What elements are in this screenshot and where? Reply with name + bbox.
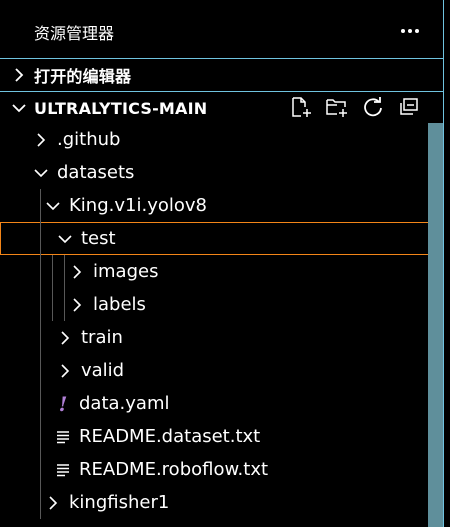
tree-item-label: README.dataset.txt — [79, 426, 261, 447]
chevron-right-icon — [69, 262, 85, 282]
tree-item-label: test — [81, 228, 116, 249]
panel-border — [443, 0, 444, 527]
tree-item-king[interactable]: King.v1i.yolov8 — [0, 189, 428, 222]
indent-guide — [40, 354, 41, 387]
tree-item-label: labels — [93, 294, 146, 315]
open-editors-label: 打开的编辑器 — [34, 67, 132, 86]
tree-item-readme-dataset[interactable]: README.dataset.txt — [0, 420, 428, 453]
explorer-title-bar: 资源管理器 — [0, 0, 443, 58]
indent-guide — [40, 453, 41, 486]
tree-item-github[interactable]: .github — [0, 123, 428, 156]
new-folder-icon[interactable] — [324, 94, 350, 120]
tree-item-label: train — [81, 327, 123, 348]
indent-guide — [40, 255, 41, 288]
chevron-right-icon — [33, 130, 49, 150]
tree-item-datasets[interactable]: datasets — [0, 156, 428, 189]
tree-item-readme-roboflow[interactable]: README.roboflow.txt — [0, 453, 428, 486]
tree-item-train[interactable]: train — [0, 321, 428, 354]
tree-item-label: README.roboflow.txt — [79, 459, 269, 480]
yaml-file-icon: ! — [58, 391, 68, 416]
indent-guide — [40, 321, 41, 354]
chevron-right-icon — [57, 328, 73, 348]
tree-item-label: data.yaml — [79, 393, 170, 414]
collapse-all-icon[interactable] — [396, 94, 422, 120]
tree-item-label: images — [93, 261, 159, 282]
new-file-icon[interactable] — [288, 94, 314, 120]
chevron-right-icon — [45, 493, 61, 513]
vertical-scrollbar[interactable] — [428, 123, 443, 527]
chevron-right-icon — [12, 67, 26, 83]
indent-guide — [40, 387, 41, 420]
indent-guide — [40, 420, 41, 453]
chevron-right-icon — [57, 361, 73, 381]
tree-item-kingfisher1[interactable]: kingfisher1 — [0, 486, 428, 519]
indent-guide — [64, 288, 65, 321]
tree-item-label: valid — [81, 360, 125, 381]
tree-item-valid[interactable]: valid — [0, 354, 428, 387]
indent-guide — [40, 486, 41, 519]
tree-item-test[interactable]: test — [0, 222, 437, 255]
tree-item-images[interactable]: images — [0, 255, 428, 288]
indent-guide — [64, 255, 65, 288]
scrollbar-thumb[interactable] — [428, 123, 443, 527]
tree-item-label: datasets — [57, 162, 135, 183]
file-tree: .github datasets King.v1i.yolov8 test im… — [0, 123, 437, 519]
explorer-toolbar — [288, 94, 422, 120]
chevron-down-icon — [33, 163, 49, 183]
open-editors-header[interactable]: 打开的编辑器 — [0, 58, 443, 91]
tree-item-label: kingfisher1 — [69, 492, 170, 513]
tree-item-data-yaml[interactable]: ! data.yaml — [0, 387, 428, 420]
chevron-down-icon — [45, 196, 61, 216]
indent-guide — [40, 189, 41, 222]
indent-guide — [52, 288, 53, 321]
tree-item-label: King.v1i.yolov8 — [69, 195, 207, 216]
tree-item-labels[interactable]: labels — [0, 288, 428, 321]
chevron-right-icon — [69, 295, 85, 315]
explorer-title: 资源管理器 — [34, 24, 115, 43]
chevron-down-icon — [12, 100, 26, 116]
refresh-icon[interactable] — [360, 94, 386, 120]
more-actions-icon[interactable] — [396, 18, 424, 44]
text-file-icon — [55, 460, 71, 480]
text-file-icon — [55, 427, 71, 447]
indent-guide — [40, 288, 41, 321]
indent-guide — [52, 255, 53, 288]
explorer-panel: 资源管理器 打开的编辑器 ULTRALYTICS-MAIN .github da… — [0, 0, 450, 527]
indent-guide — [40, 222, 41, 255]
chevron-down-icon — [57, 229, 73, 249]
workspace-label: ULTRALYTICS-MAIN — [34, 98, 208, 118]
tree-item-label: .github — [57, 129, 121, 150]
